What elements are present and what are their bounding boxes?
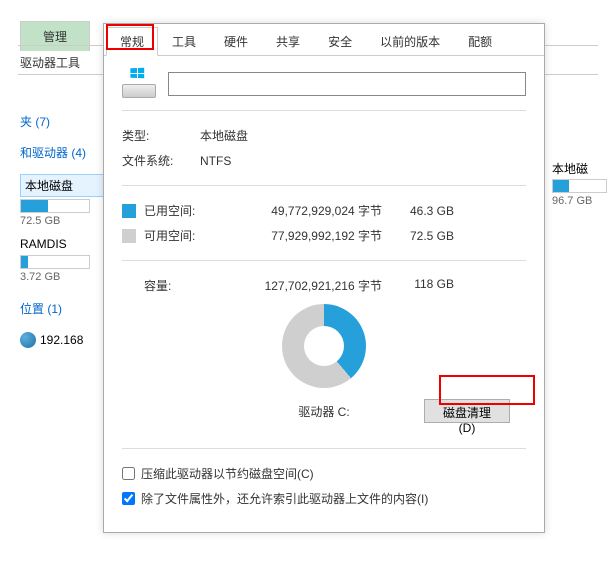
sidebar-drives-header[interactable]: 和驱动器 (4)	[20, 141, 105, 164]
compress-label: 压缩此驱动器以节约磁盘空间(C)	[141, 465, 314, 482]
tab-quota[interactable]: 配额	[454, 27, 506, 56]
sidebar-drive-c[interactable]: 本地磁盘 72.5 GB	[20, 174, 105, 227]
tab-tools[interactable]: 工具	[158, 27, 210, 56]
compress-checkbox[interactable]	[122, 467, 135, 480]
filesystem-row: 文件系统: NTFS	[122, 148, 526, 173]
usage-pie-chart	[282, 304, 366, 388]
used-space-row: 已用空间: 49,772,929,024 字节 46.3 GB	[122, 198, 526, 223]
properties-dialog: 常规 工具 硬件 共享 安全 以前的版本 配额 类型: 本地磁盘 文件系统: N…	[103, 23, 545, 533]
drive-size-label: 3.72 GB	[20, 269, 105, 283]
network-label: 192.168	[40, 333, 83, 347]
divider	[122, 448, 526, 449]
capacity-label: 容量:	[144, 277, 222, 294]
index-checkbox-row[interactable]: 除了文件属性外，还允许索引此驱动器上文件的内容(I)	[122, 486, 526, 511]
free-label: 可用空间:	[144, 227, 222, 244]
used-bytes-value: 49,772,929,024 字节	[222, 202, 382, 219]
tab-previous-versions[interactable]: 以前的版本	[366, 27, 454, 56]
explorer-drive-item[interactable]: 本地磁 96.7 GB	[552, 160, 607, 207]
tab-sharing[interactable]: 共享	[262, 27, 314, 56]
sidebar-folders-header[interactable]: 夹 (7)	[20, 110, 105, 133]
capacity-gb-value: 118 GB	[382, 277, 454, 294]
drive-usage-bar	[20, 255, 90, 269]
pie-chart-wrap	[122, 304, 526, 388]
network-icon	[20, 332, 36, 348]
free-bytes-value: 77,929,992,192 字节	[222, 227, 382, 244]
index-checkbox[interactable]	[122, 492, 135, 505]
drive-icon	[122, 70, 156, 98]
sidebar-network-item[interactable]: 192.168	[20, 332, 105, 348]
drive-letter-row: 驱动器 C: 磁盘清理(D)	[122, 396, 526, 426]
index-label: 除了文件属性外，还允许索引此驱动器上文件的内容(I)	[141, 490, 428, 507]
drive-name-label: RAMDIS	[20, 235, 105, 253]
type-value: 本地磁盘	[200, 127, 248, 144]
drive-size-label: 96.7 GB	[552, 193, 607, 207]
divider	[122, 185, 526, 186]
dialog-body: 类型: 本地磁盘 文件系统: NTFS 已用空间: 49,772,929,024…	[104, 56, 544, 525]
free-gb-value: 72.5 GB	[382, 229, 454, 243]
capacity-row: 容量: 127,702,921,216 字节 118 GB	[122, 273, 526, 298]
tab-security[interactable]: 安全	[314, 27, 366, 56]
drive-size-label: 72.5 GB	[20, 213, 105, 227]
drive-name-label: 本地磁	[552, 160, 607, 177]
filesystem-value: NTFS	[200, 154, 231, 168]
filesystem-label: 文件系统:	[122, 152, 200, 169]
free-space-row: 可用空间: 77,929,992,192 字节 72.5 GB	[122, 223, 526, 248]
type-label: 类型:	[122, 127, 200, 144]
tab-hardware[interactable]: 硬件	[210, 27, 262, 56]
disk-cleanup-button[interactable]: 磁盘清理(D)	[424, 399, 510, 423]
drive-label-input[interactable]	[168, 72, 526, 96]
used-label: 已用空间:	[144, 202, 222, 219]
used-swatch-icon	[122, 204, 136, 218]
used-gb-value: 46.3 GB	[382, 204, 454, 218]
compress-checkbox-row[interactable]: 压缩此驱动器以节约磁盘空间(C)	[122, 461, 526, 486]
dialog-tab-bar: 常规 工具 硬件 共享 安全 以前的版本 配额	[104, 24, 544, 56]
sidebar-drive-ramdisk[interactable]: RAMDIS 3.72 GB	[20, 235, 105, 283]
sidebar-location-header[interactable]: 位置 (1)	[20, 297, 105, 320]
drive-header-row	[122, 70, 526, 98]
type-row: 类型: 本地磁盘	[122, 123, 526, 148]
divider	[122, 260, 526, 261]
drive-usage-bar	[20, 199, 90, 213]
explorer-sidebar: 夹 (7) 和驱动器 (4) 本地磁盘 72.5 GB RAMDIS 3.72 …	[20, 110, 105, 348]
divider	[122, 110, 526, 111]
capacity-bytes-value: 127,702,921,216 字节	[222, 277, 382, 294]
drive-letter-label: 驱动器 C:	[298, 403, 349, 420]
tab-general[interactable]: 常规	[106, 27, 158, 56]
drive-usage-bar	[552, 179, 607, 193]
free-swatch-icon	[122, 229, 136, 243]
drive-name-label: 本地磁盘	[20, 174, 105, 197]
ribbon-group-label: 驱动器工具	[20, 50, 80, 75]
